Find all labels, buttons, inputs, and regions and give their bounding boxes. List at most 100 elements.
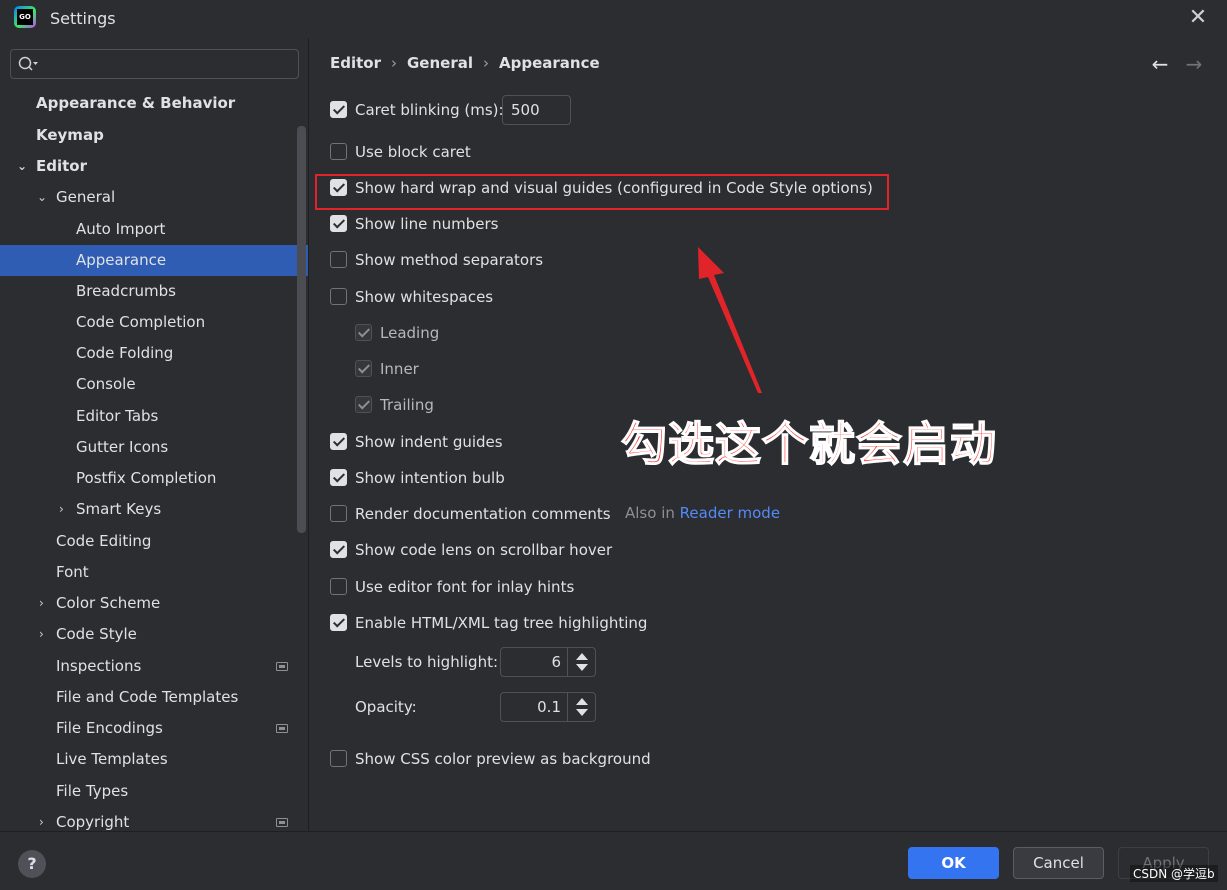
option-render-docs: Render documentation comments xyxy=(330,502,630,526)
red-arrow-annotation xyxy=(698,247,762,393)
intention-bulb-checkbox[interactable] xyxy=(330,469,347,486)
title-bar: GO Settings ✕ xyxy=(0,0,1227,38)
forward-arrow-icon[interactable]: → xyxy=(1182,52,1206,76)
option-whitespaces: Show whitespaces xyxy=(330,285,730,309)
line-numbers-checkbox[interactable] xyxy=(330,215,347,232)
caret-blinking-checkbox[interactable] xyxy=(330,101,347,118)
option-editor-font-inlay: Use editor font for inlay hints xyxy=(330,575,730,599)
trailing-checkbox[interactable] xyxy=(355,396,372,413)
option-inner: Inner xyxy=(355,357,555,381)
close-icon[interactable]: ✕ xyxy=(1186,6,1210,30)
breadcrumb-appearance: Appearance xyxy=(499,54,600,72)
ok-button[interactable]: OK xyxy=(908,847,999,879)
chevron-down-icon[interactable]: ⌄ xyxy=(17,151,29,182)
sidebar-item-editor-tabs[interactable]: Editor Tabs xyxy=(0,401,308,432)
window-title: Settings xyxy=(50,9,116,28)
breadcrumb-separator: › xyxy=(483,54,489,72)
dialog-footer: ? OK Cancel Apply CSDN @学逗b xyxy=(0,831,1227,890)
option-method-separators: Show method separators xyxy=(330,248,730,272)
sidebar-item-keymap[interactable]: Keymap xyxy=(0,120,308,151)
goland-logo-icon: GO xyxy=(14,6,36,28)
sidebar-item-code-completion[interactable]: Code Completion xyxy=(0,307,308,338)
option-css-color: Show CSS color preview as background xyxy=(330,747,730,771)
red-highlight-box xyxy=(315,174,889,210)
cancel-button[interactable]: Cancel xyxy=(1013,847,1104,879)
render-docs-checkbox[interactable] xyxy=(330,505,347,522)
levels-label: Levels to highlight: xyxy=(355,653,499,671)
option-caret-blinking: Caret blinking (ms): xyxy=(330,98,630,122)
sidebar-item-code-editing[interactable]: Code Editing xyxy=(0,526,308,557)
reader-mode-link[interactable]: Reader mode xyxy=(680,504,780,522)
sidebar-item-auto-import[interactable]: Auto Import xyxy=(0,214,308,245)
sidebar-item-code-folding[interactable]: Code Folding xyxy=(0,338,308,369)
help-button[interactable]: ? xyxy=(18,850,46,878)
code-lens-checkbox[interactable] xyxy=(330,541,347,558)
sidebar-item-editor[interactable]: ⌄ Editor xyxy=(0,151,308,182)
spinner-down-icon[interactable] xyxy=(576,664,588,671)
chevron-right-icon[interactable]: › xyxy=(59,494,71,525)
breadcrumb-editor[interactable]: Editor xyxy=(330,54,381,72)
method-separators-checkbox[interactable] xyxy=(330,251,347,268)
opacity-spinner[interactable]: 0.1 xyxy=(500,692,596,722)
sidebar-item-inspections[interactable]: Inspections xyxy=(0,651,308,682)
css-color-checkbox[interactable] xyxy=(330,750,347,767)
project-settings-icon xyxy=(276,818,288,827)
sidebar-item-file-code-templates[interactable]: File and Code Templates xyxy=(0,682,308,713)
option-line-numbers: Show line numbers xyxy=(330,212,730,236)
option-block-caret: Use block caret xyxy=(330,140,730,164)
annotation-text: 勾选这个就会启动 xyxy=(620,416,997,472)
sidebar-item-file-types[interactable]: File Types xyxy=(0,776,308,807)
chevron-right-icon[interactable]: › xyxy=(39,588,51,619)
spinner-down-icon[interactable] xyxy=(576,709,588,716)
sidebar-item-file-encodings[interactable]: File Encodings xyxy=(0,713,308,744)
sidebar-scrollbar[interactable] xyxy=(297,126,306,533)
settings-search[interactable] xyxy=(10,49,299,79)
inner-checkbox[interactable] xyxy=(355,360,372,377)
sidebar-item-copyright[interactable]: › Copyright xyxy=(0,807,308,831)
csdn-watermark: CSDN @学逗b xyxy=(1130,865,1218,882)
sidebar-item-console[interactable]: Console xyxy=(0,369,308,400)
sidebar-item-breadcrumbs[interactable]: Breadcrumbs xyxy=(0,276,308,307)
breadcrumb-general[interactable]: General xyxy=(407,54,473,72)
opacity-value[interactable]: 0.1 xyxy=(537,693,561,721)
chevron-right-icon[interactable]: › xyxy=(39,807,51,831)
spinner-up-icon[interactable] xyxy=(576,698,588,705)
sidebar-item-appearance-behavior[interactable]: Appearance & Behavior xyxy=(0,88,308,119)
sidebar-item-live-templates[interactable]: Live Templates xyxy=(0,744,308,775)
breadcrumb-separator: › xyxy=(391,54,397,72)
sidebar-item-postfix-completion[interactable]: Postfix Completion xyxy=(0,463,308,494)
project-settings-icon xyxy=(276,724,288,733)
settings-sidebar: Appearance & Behavior Keymap ⌄ Editor ⌄ … xyxy=(0,38,309,831)
option-code-lens: Show code lens on scrollbar hover xyxy=(330,538,730,562)
whitespaces-checkbox[interactable] xyxy=(330,288,347,305)
breadcrumb: Editor › General › Appearance xyxy=(330,54,600,76)
sidebar-item-color-scheme[interactable]: › Color Scheme xyxy=(0,588,308,619)
project-settings-icon xyxy=(276,662,288,671)
tag-tree-checkbox[interactable] xyxy=(330,614,347,631)
leading-checkbox[interactable] xyxy=(355,324,372,341)
navigation-arrows: ← → xyxy=(1148,52,1208,76)
sidebar-item-gutter-icons[interactable]: Gutter Icons xyxy=(0,432,308,463)
sidebar-item-appearance[interactable]: Appearance xyxy=(0,245,308,276)
levels-value[interactable]: 6 xyxy=(551,648,561,676)
back-arrow-icon[interactable]: ← xyxy=(1148,52,1172,76)
sidebar-item-smart-keys[interactable]: › Smart Keys xyxy=(0,494,308,525)
levels-spinner[interactable]: 6 xyxy=(500,647,596,677)
option-tag-tree: Enable HTML/XML tag tree highlighting xyxy=(330,611,730,635)
search-input[interactable] xyxy=(43,54,293,74)
sidebar-item-code-style[interactable]: › Code Style xyxy=(0,619,308,650)
chevron-down-icon[interactable]: ⌄ xyxy=(37,182,49,213)
caret-blinking-input[interactable]: 500 xyxy=(502,95,571,125)
also-in-text: Also in Reader mode xyxy=(625,504,781,522)
sidebar-item-font[interactable]: Font xyxy=(0,557,308,588)
option-leading: Leading xyxy=(355,321,555,345)
indent-guides-checkbox[interactable] xyxy=(330,433,347,450)
chevron-right-icon[interactable]: › xyxy=(39,619,51,650)
settings-content: Editor › General › Appearance ← → Caret blin… xyxy=(310,38,1227,831)
option-trailing: Trailing xyxy=(355,393,555,417)
spinner-up-icon[interactable] xyxy=(576,653,588,660)
editor-font-inlay-checkbox[interactable] xyxy=(330,578,347,595)
search-icon xyxy=(18,56,38,71)
sidebar-item-general[interactable]: ⌄ General xyxy=(0,182,308,213)
block-caret-checkbox[interactable] xyxy=(330,143,347,160)
